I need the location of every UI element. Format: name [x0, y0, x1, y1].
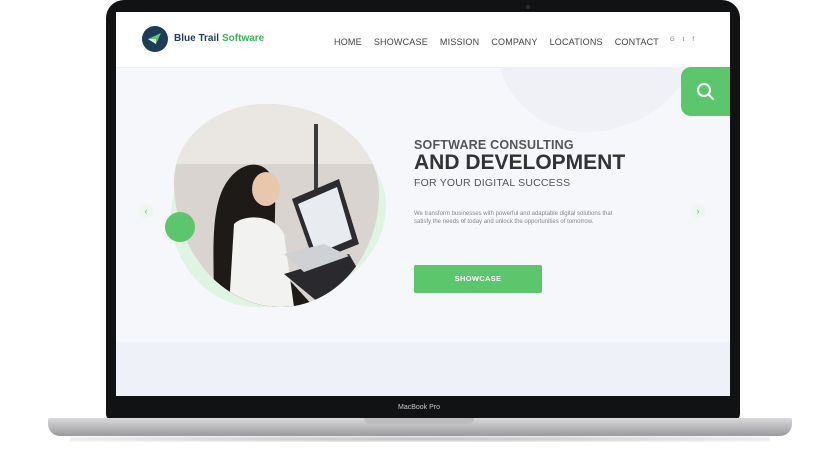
- decorative-dot: [165, 212, 195, 242]
- google-icon[interactable]: G: [670, 37, 675, 43]
- nav-item-locations[interactable]: LOCATIONS: [550, 37, 603, 47]
- facebook-icon[interactable]: f: [692, 37, 694, 43]
- brand-name-part2: Software: [222, 33, 265, 44]
- laptop-screen: Blue Trail Software HOME SHOWCASE MISSION…: [116, 12, 730, 396]
- hero-heading-line2: AND DEVELOPMENT: [414, 151, 626, 174]
- nav-item-company[interactable]: COMPANY: [491, 37, 537, 47]
- chevron-right-icon[interactable]: ›: [691, 204, 705, 218]
- hero-description: We transform businesses with powerful an…: [414, 211, 613, 225]
- social-links: G t f: [670, 37, 694, 43]
- nav-item-home[interactable]: HOME: [334, 37, 362, 47]
- nav-item-mission[interactable]: MISSION: [440, 37, 479, 47]
- brand-name-part1: Blue Trail: [174, 33, 220, 44]
- device-label: MacBook Pro: [397, 404, 441, 411]
- laptop-shadow: [70, 436, 770, 442]
- laptop-notch: [364, 418, 474, 424]
- hero-heading-line1: SOFTWARE CONSULTING: [414, 138, 574, 152]
- search-button[interactable]: [681, 67, 730, 116]
- chevron-left-icon[interactable]: ‹: [139, 204, 153, 218]
- twitter-icon[interactable]: t: [683, 37, 685, 43]
- site-header: Blue Trail Software HOME SHOWCASE MISSION…: [116, 12, 730, 68]
- search-icon: [697, 83, 714, 100]
- camera-icon: [526, 5, 530, 9]
- nav-item-showcase[interactable]: SHOWCASE: [374, 37, 428, 47]
- main-nav: HOME SHOWCASE MISSION COMPANY LOCATIONS …: [334, 37, 659, 47]
- wing-logo-icon: [148, 33, 161, 44]
- next-section: [116, 342, 730, 396]
- laptop-mockup: Blue Trail Software HOME SHOWCASE MISSION…: [0, 0, 838, 452]
- showcase-button[interactable]: SHOWCASE: [414, 265, 542, 293]
- hero-heading-line3: FOR YOUR DIGITAL SUCCESS: [414, 177, 571, 189]
- brand-name[interactable]: Blue Trail Software: [174, 33, 264, 44]
- nav-item-contact[interactable]: CONTACT: [615, 37, 659, 47]
